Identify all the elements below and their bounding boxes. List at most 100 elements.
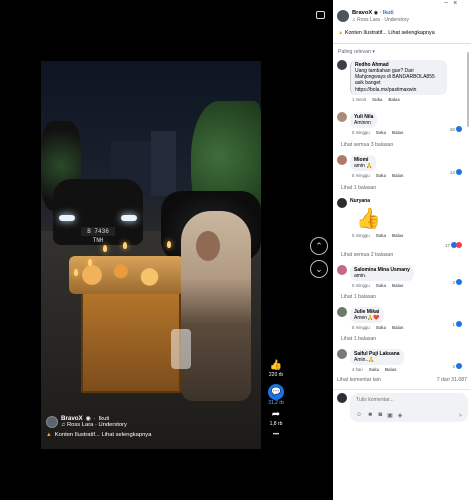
music-info[interactable]: ♫ Ross Lara · Understory (61, 422, 127, 428)
comment-bubble: Yuli Nila Aminnn (350, 112, 378, 129)
view-replies-link[interactable]: Lihat 1 balasan (341, 294, 376, 300)
close-icon[interactable]: × (453, 0, 457, 7)
verified-icon: ◉ (373, 10, 379, 16)
view-more-comments-link[interactable]: Lihat komentar lain (337, 377, 381, 383)
commenter-avatar[interactable] (337, 198, 347, 208)
comment-item: Salomina Mina Usmany amin. 5 minggu Suka… (337, 265, 465, 288)
video-panel: B 7436 TNH BravoX ◉ · Ikuti ♫ Ross Lara … (0, 0, 333, 500)
post-header: BravoX ◉ · Ikuti ♫ Ross Lara · Understor… (337, 10, 467, 23)
comment-item: Redho Ahmad Uang tambahan gue? Dari Mahj… (337, 60, 465, 102)
reaction-count[interactable]: 17 (445, 242, 462, 248)
view-replies-link[interactable]: Lihat semua 2 balasan (341, 252, 393, 258)
comment-text: Amen🙏❤️ (354, 315, 380, 321)
commenter-avatar[interactable] (337, 60, 347, 70)
comment-count: 31,2 rb (268, 400, 284, 406)
reply-button[interactable]: Balas (385, 367, 396, 372)
comment-input[interactable] (350, 393, 468, 407)
previous-video-button[interactable]: ⌃ (310, 237, 328, 255)
sort-dropdown[interactable]: Paling relevan ▾ (338, 49, 375, 55)
post-description[interactable]: Konten Ilustratif... Lihat selengkapnya (345, 30, 435, 36)
reaction-count[interactable]: 2 (452, 363, 462, 369)
minimize-icon[interactable]: − (444, 0, 448, 7)
commenter-name[interactable]: Nuryana (350, 198, 462, 204)
video-player[interactable]: B 7436 TNH (41, 61, 261, 449)
reply-button[interactable]: Balas (392, 130, 403, 135)
verified-icon: ◉ (85, 415, 91, 422)
composer-tools: ☺ ☻ ◙ ▣ ◈ (356, 412, 402, 419)
view-replies-link[interactable]: Lihat 1 balasan (341, 336, 376, 342)
like-comment-button[interactable]: Suka (376, 283, 386, 288)
commenter-avatar[interactable] (337, 307, 347, 317)
camera-icon[interactable]: ◙ (378, 412, 382, 419)
separator: · (93, 415, 96, 422)
comment-button[interactable]: 💬 31,2 rb (264, 384, 288, 406)
like-comment-button[interactable]: Suka (376, 233, 386, 238)
commenter-avatar[interactable] (337, 155, 347, 165)
follow-link[interactable]: · Ikuti (380, 10, 394, 16)
commenter-avatar[interactable] (337, 265, 347, 275)
like-comment-button[interactable]: Suka (376, 173, 386, 178)
scene-food-tray (69, 256, 184, 294)
commenter-avatar[interactable] (337, 112, 347, 122)
like-count: 220 rb (268, 372, 284, 378)
view-replies-link[interactable]: Lihat semua 3 balasan (341, 142, 393, 148)
comment-time: 4 hari (352, 367, 363, 373)
author-avatar[interactable] (337, 10, 349, 22)
thumbs-up-icon: 👍 (269, 360, 283, 371)
comment-composer: ☺ ☻ ◙ ▣ ◈ ➤ (337, 393, 468, 422)
current-user-avatar[interactable] (337, 393, 347, 403)
follow-link[interactable]: Ikuti (99, 416, 110, 422)
comment-input-box[interactable]: ☺ ☻ ◙ ▣ ◈ ➤ (350, 393, 468, 422)
like-comment-button[interactable]: Suka (376, 130, 386, 135)
comment-text: Aminnn (354, 120, 371, 126)
comment-item: Saiful Puji Laksana Amin..🙏 4 hari Suka … (337, 349, 465, 372)
reply-button[interactable]: Balas (392, 173, 403, 178)
reply-button[interactable]: Balas (392, 325, 403, 330)
post-description-row: ▲ Konten Ilustratif... Lihat selengkapny… (338, 30, 468, 36)
reply-button[interactable]: Balas (392, 283, 403, 288)
scrollbar-thumb[interactable] (467, 52, 469, 127)
share-icon: ➦ (271, 409, 281, 420)
chevron-up-icon: ⌃ (315, 240, 323, 251)
like-button[interactable]: 👍 220 rb (264, 360, 288, 378)
reaction-count[interactable]: 1 (452, 321, 462, 327)
share-button[interactable]: ➦ 1,8 rb (264, 409, 288, 427)
comment-item: Miomi amin 🙏 5 minggu Suka Balas 14 (337, 155, 465, 178)
avatar-sticker-icon[interactable]: ☺ (356, 412, 362, 419)
emoji-icon[interactable]: ☻ (367, 412, 373, 419)
like-reaction-icon (456, 279, 462, 285)
comment-time: 1 menit (352, 96, 367, 102)
comment-bubble: Saiful Puji Laksana Amin..🙏 (350, 349, 404, 366)
author-name[interactable]: BravoX (352, 10, 372, 16)
comment-bubble: Redho Ahmad Uang tambahan gue? Dari Mahj… (350, 60, 447, 95)
commenter-avatar[interactable] (337, 349, 347, 359)
view-replies-link[interactable]: Lihat 1 balasan (341, 185, 376, 191)
reply-button[interactable]: Balas (388, 97, 399, 102)
like-comment-button[interactable]: Suka (372, 97, 382, 102)
comment-item: Julie Mikai Amen🙏❤️ 5 minggu Suka Balas … (337, 307, 465, 330)
scene-car: B 7436 TNH (53, 179, 143, 245)
gif-icon[interactable]: ▣ (387, 412, 393, 419)
more-options-button[interactable]: ••• (264, 432, 288, 438)
like-reaction-icon (456, 169, 462, 175)
comment-bubble: Salomina Mina Usmany amin. (350, 265, 414, 282)
author-name[interactable]: BravoX (61, 415, 83, 422)
reply-button[interactable]: Balas (392, 233, 403, 238)
author-avatar[interactable] (46, 415, 58, 428)
sticker-icon[interactable]: ◈ (398, 412, 403, 419)
like-reaction-icon (456, 321, 462, 327)
like-comment-button[interactable]: Suka (376, 325, 386, 330)
warning-icon: ▲ (338, 30, 344, 36)
reaction-count[interactable]: 28 (450, 126, 462, 132)
reaction-count[interactable]: 2 (452, 279, 462, 285)
candle-flame (167, 241, 171, 248)
next-video-button[interactable]: ⌄ (310, 260, 328, 278)
music-info[interactable]: ♫ Ross Lara · Understory (352, 17, 409, 23)
divider (333, 389, 471, 390)
comment-meta: 5 minggu Suka Balas (350, 173, 462, 178)
like-comment-button[interactable]: Suka (369, 367, 379, 372)
send-icon[interactable]: ➤ (458, 412, 463, 419)
fullscreen-icon[interactable] (316, 11, 325, 19)
reaction-count[interactable]: 14 (450, 169, 462, 175)
video-description[interactable]: Konten Ilustratif... Lihat selengkapnya (55, 432, 152, 438)
